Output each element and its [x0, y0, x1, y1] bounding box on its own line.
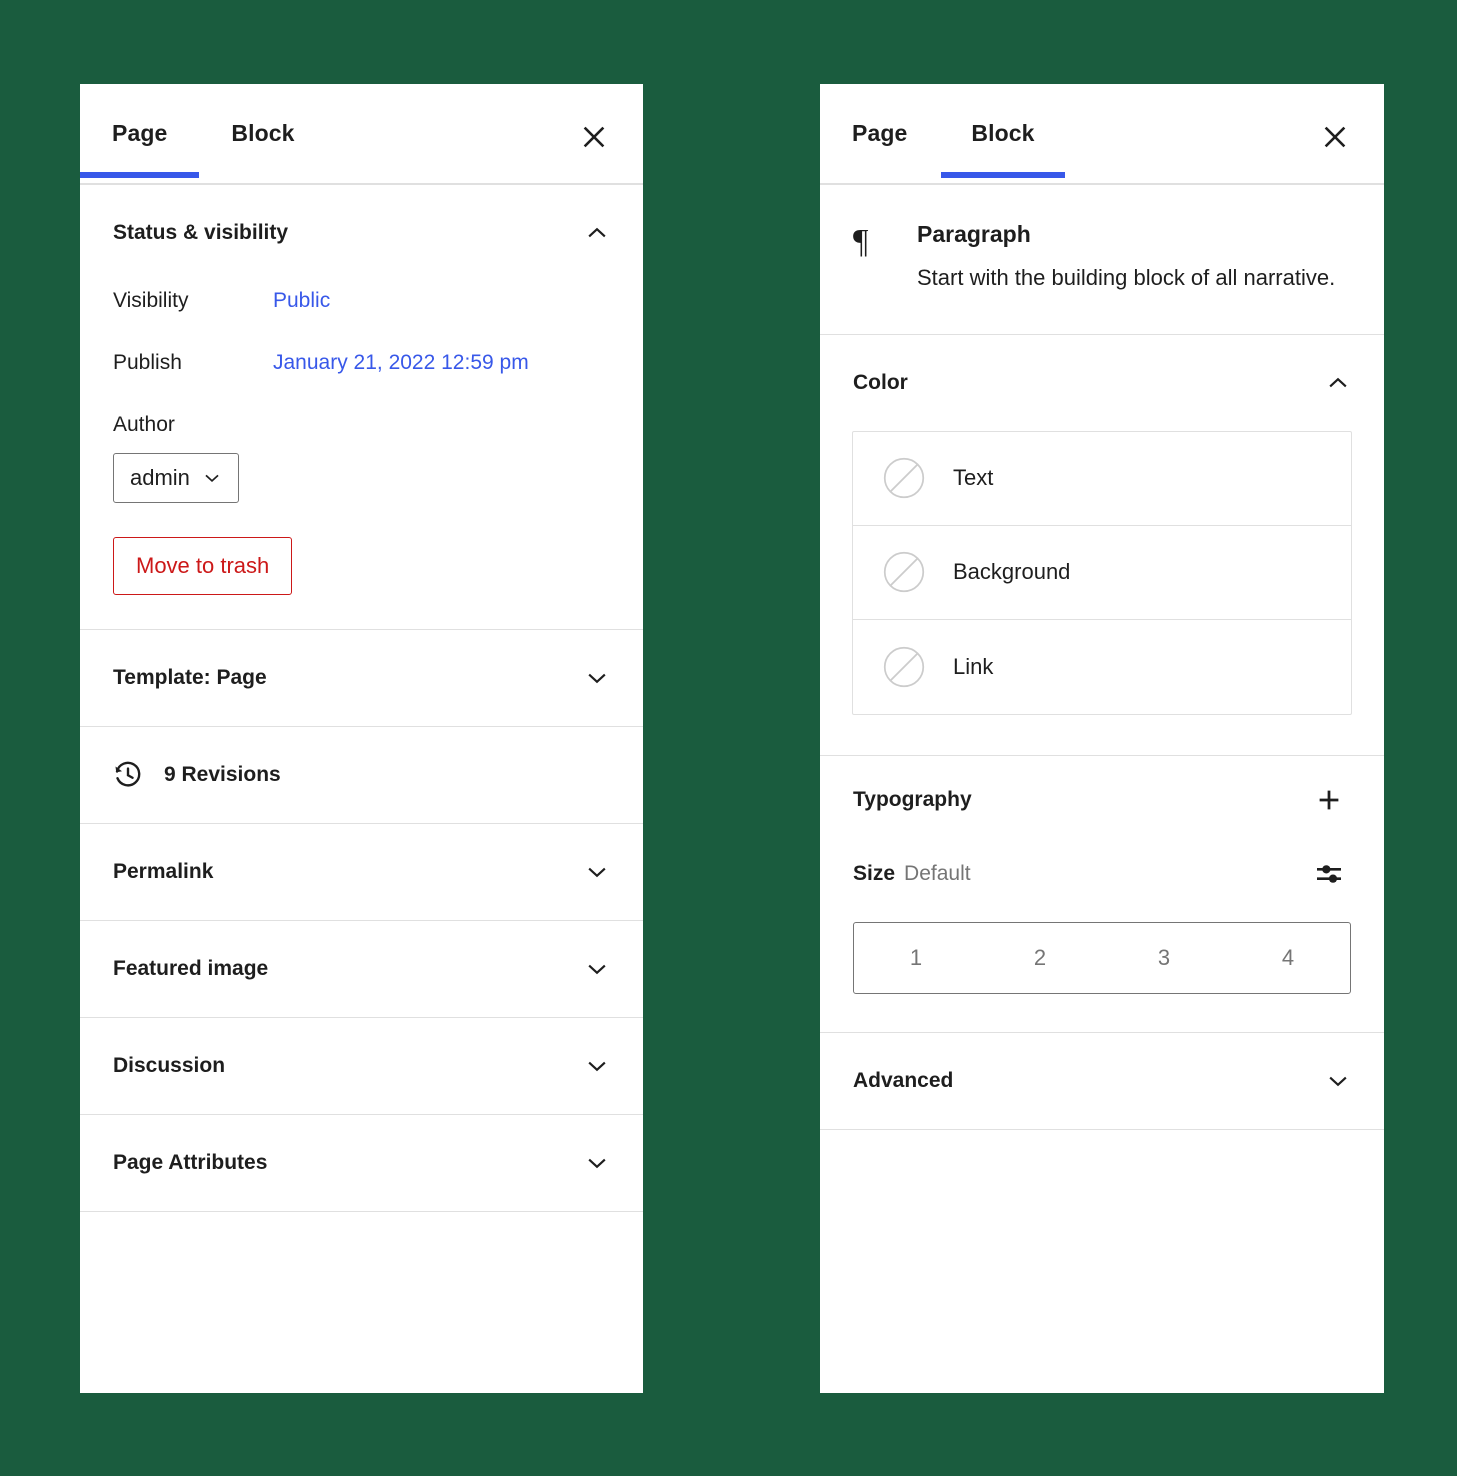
section-revisions: 9 Revisions	[80, 727, 643, 824]
publish-date-button[interactable]: January 21, 2022 12:59 pm	[273, 351, 529, 375]
page-attributes-header[interactable]: Page Attributes	[80, 1115, 643, 1211]
visibility-label: Visibility	[113, 289, 273, 313]
font-size-segmented-control: 1 2 3 4	[853, 922, 1351, 994]
paragraph-icon: ¶	[853, 221, 891, 294]
revisions-label: 9 Revisions	[164, 763, 281, 787]
none-color-icon	[883, 457, 925, 499]
chevron-up-icon	[584, 220, 610, 246]
color-body: Text Background Li	[820, 431, 1384, 755]
font-size-row: Size Default	[820, 844, 1384, 904]
right-panel-tabbar: Page Block	[820, 84, 1384, 185]
color-option-label: Background	[953, 559, 1070, 585]
discussion-header[interactable]: Discussion	[80, 1018, 643, 1114]
block-name: Paragraph	[917, 221, 1335, 248]
section-page-attributes: Page Attributes	[80, 1115, 643, 1212]
font-size-option-1[interactable]: 1	[854, 923, 978, 993]
featured-image-label: Featured image	[113, 957, 268, 981]
chevron-down-icon	[584, 1150, 610, 1176]
none-color-icon	[883, 551, 925, 593]
section-permalink: Permalink	[80, 824, 643, 921]
color-option-link[interactable]: Link	[853, 620, 1351, 714]
screen: Page Block Status & visibility Visibilit…	[0, 0, 1457, 1476]
page-attributes-label: Page Attributes	[113, 1151, 267, 1175]
font-size-option-2[interactable]: 2	[978, 923, 1102, 993]
tab-block[interactable]: Block	[231, 120, 294, 176]
visibility-value-button[interactable]: Public	[273, 289, 330, 313]
typography-header: Typography	[820, 756, 1384, 844]
section-status-visibility: Status & visibility Visibility Public Pu…	[80, 185, 643, 630]
section-color: Color Text	[820, 335, 1384, 756]
section-typography: Typography Size Default	[820, 756, 1384, 1033]
chevron-up-icon	[1325, 370, 1351, 396]
author-label: Author	[113, 413, 610, 437]
close-icon	[579, 122, 609, 152]
chevron-down-icon	[584, 665, 610, 691]
font-size-option-4[interactable]: 4	[1226, 923, 1350, 993]
tab-page[interactable]: Page	[852, 120, 907, 176]
advanced-header[interactable]: Advanced	[820, 1033, 1384, 1129]
publish-label: Publish	[113, 351, 273, 375]
section-featured-image: Featured image	[80, 921, 643, 1018]
plus-icon	[1314, 785, 1344, 815]
none-color-icon	[883, 646, 925, 688]
color-option-label: Text	[953, 465, 993, 491]
chevron-down-icon	[584, 859, 610, 885]
featured-image-header[interactable]: Featured image	[80, 921, 643, 1017]
template-label: Template: Page	[113, 666, 267, 690]
page-settings-panel: Page Block Status & visibility Visibilit…	[80, 84, 643, 1393]
chevron-down-icon	[584, 956, 610, 982]
paragraph-glyph: ¶	[853, 225, 891, 259]
revisions-button[interactable]: 9 Revisions	[80, 727, 643, 823]
permalink-header[interactable]: Permalink	[80, 824, 643, 920]
tab-block[interactable]: Block	[971, 120, 1034, 176]
advanced-label: Advanced	[853, 1069, 953, 1093]
author-select[interactable]: admin	[113, 453, 239, 503]
left-panel-tabbar: Page Block	[80, 84, 643, 185]
section-advanced: Advanced	[820, 1033, 1384, 1130]
history-icon	[113, 760, 143, 790]
font-size-option-3[interactable]: 3	[1102, 923, 1226, 993]
typography-title: Typography	[853, 788, 972, 812]
permalink-label: Permalink	[113, 860, 213, 884]
discussion-label: Discussion	[113, 1054, 225, 1078]
section-template: Template: Page	[80, 630, 643, 727]
color-option-list: Text Background Li	[852, 431, 1352, 715]
block-settings-panel: Page Block ¶ Paragraph Start with the bu…	[820, 84, 1384, 1393]
color-option-background[interactable]: Background	[853, 526, 1351, 620]
chevron-down-icon	[202, 468, 222, 488]
add-typography-button[interactable]	[1307, 778, 1351, 822]
status-visibility-title: Status & visibility	[113, 221, 288, 245]
font-size-settings-button[interactable]	[1307, 852, 1351, 896]
block-info-card: ¶ Paragraph Start with the building bloc…	[820, 185, 1384, 335]
block-description: Start with the building block of all nar…	[917, 262, 1335, 294]
color-option-text[interactable]: Text	[853, 432, 1351, 526]
chevron-down-icon	[584, 1053, 610, 1079]
status-visibility-header[interactable]: Status & visibility	[80, 185, 643, 281]
author-select-value: admin	[130, 465, 190, 491]
close-settings-button[interactable]	[571, 114, 617, 160]
color-option-label: Link	[953, 654, 993, 680]
move-to-trash-button[interactable]: Move to trash	[113, 537, 292, 595]
chevron-down-icon	[1325, 1068, 1351, 1094]
sliders-icon	[1313, 858, 1345, 890]
font-size-value: Default	[904, 862, 971, 886]
close-icon	[1320, 122, 1350, 152]
section-discussion: Discussion	[80, 1018, 643, 1115]
status-visibility-body: Visibility Public Publish January 21, 20…	[80, 289, 643, 629]
font-size-label: Size	[853, 862, 895, 886]
visibility-row: Visibility Public	[113, 289, 610, 313]
template-header[interactable]: Template: Page	[80, 630, 643, 726]
publish-row: Publish January 21, 2022 12:59 pm	[113, 351, 610, 375]
close-settings-button[interactable]	[1312, 114, 1358, 160]
color-header[interactable]: Color	[820, 335, 1384, 431]
color-title: Color	[853, 371, 908, 395]
tab-page[interactable]: Page	[112, 120, 167, 176]
